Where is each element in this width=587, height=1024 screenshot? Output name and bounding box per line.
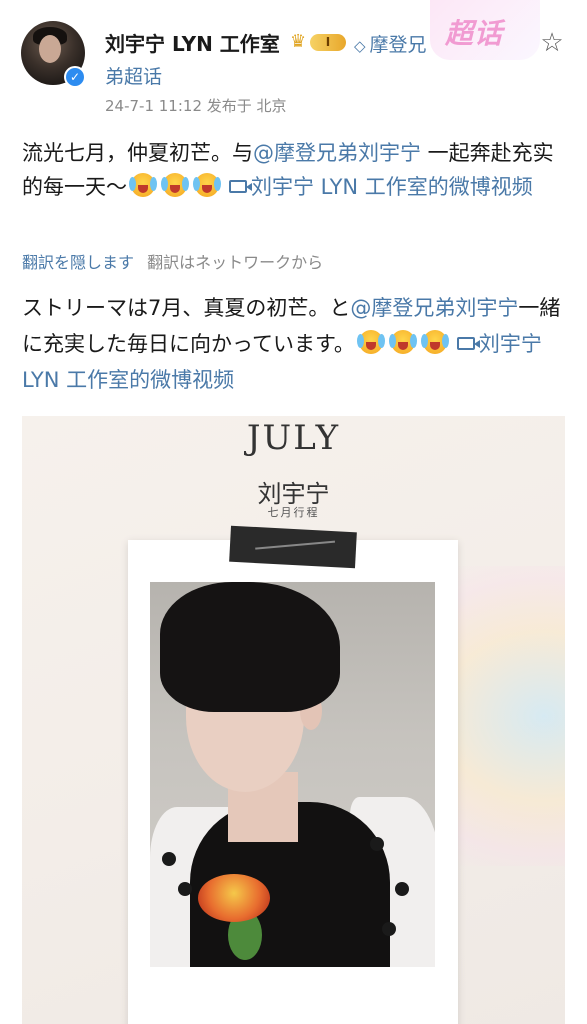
crying-laughing-emoji-icon — [356, 328, 385, 356]
crying-laughing-emoji-icon — [193, 171, 221, 199]
post-header: ✓ 刘宇宁 LYN 工作室 ♛ I ◇ 摩登兄 弟超话 超话 ☆ 24-7-1 1… — [0, 0, 587, 125]
crying-laughing-emoji-icon — [161, 171, 189, 199]
hide-translation-button[interactable]: 翻訳を隠します — [22, 253, 134, 272]
image-title: JULY — [246, 418, 341, 458]
post-text-prefix: 流光七月，仲夏初芒。与 — [22, 141, 253, 165]
avatar-face — [39, 35, 61, 63]
mention-link[interactable]: @摩登兄弟刘宇宁 — [253, 141, 421, 165]
crying-laughing-emoji-icon — [129, 171, 157, 199]
topic-link[interactable]: ◇ 摩登兄 — [354, 30, 427, 57]
rose — [198, 874, 270, 922]
hair — [160, 582, 340, 712]
translated-mention-link[interactable]: @摩登兄弟刘宇宁 — [350, 296, 518, 320]
image-subtitle: 七月行程 — [267, 506, 320, 519]
topic-link-text-1: 摩登兄 — [369, 34, 427, 56]
jacket-pattern — [162, 852, 176, 866]
verified-check-icon: ✓ — [64, 66, 86, 88]
portrait-photo — [150, 582, 435, 967]
chaohua-badge[interactable]: 超话 — [445, 12, 503, 52]
video-icon — [456, 337, 480, 350]
vip-level: I — [310, 34, 346, 51]
account-name[interactable]: 刘宇宁 LYN 工作室 — [105, 28, 280, 57]
topic-link-continued[interactable]: 弟超话 — [105, 62, 162, 89]
diamond-icon: ◇ — [354, 37, 366, 55]
translation-source: 翻訳はネットワークから — [147, 253, 324, 272]
post-image[interactable]: JULY 刘宇宁 七月行程 — [22, 416, 565, 1024]
video-icon — [229, 180, 252, 193]
polaroid-frame — [128, 540, 458, 1024]
post-meta: 24-7-1 11:12 发布于 北京 — [105, 97, 287, 115]
vip-badge[interactable]: ♛ I — [290, 31, 348, 53]
jacket-pattern — [370, 837, 384, 851]
crying-laughing-emoji-icon — [388, 328, 417, 356]
crying-laughing-emoji-icon — [420, 328, 449, 356]
video-link[interactable]: 刘宇宁 LYN 工作室的微博视频 — [251, 175, 533, 199]
translation-controls: 翻訳を隠します 翻訳はネットワークから — [22, 249, 323, 273]
translated-prefix: ストリーマは7月、真夏の初芒。と — [22, 296, 351, 320]
jacket-pattern — [395, 882, 409, 896]
jacket-pattern — [178, 882, 192, 896]
star-outline-icon[interactable]: ☆ — [537, 28, 567, 58]
post-text: 流光七月，仲夏初芒。与@摩登兄弟刘宇宁 一起奔赴充实的每一天～ 刘宇宁 LYN 工… — [22, 136, 567, 204]
tape — [229, 525, 357, 569]
translated-text: ストリーマは7月、真夏の初芒。と@摩登兄弟刘宇宁一緒に充実した毎日に向かっていま… — [22, 290, 570, 398]
jacket-pattern — [382, 922, 396, 936]
